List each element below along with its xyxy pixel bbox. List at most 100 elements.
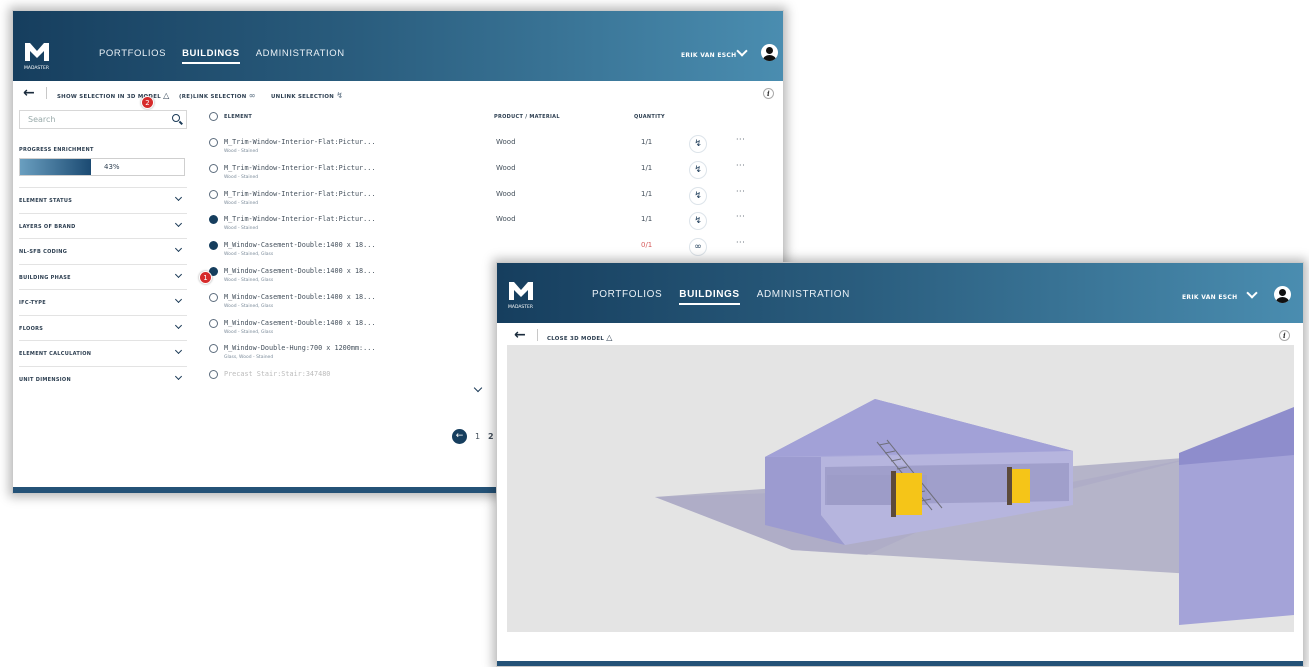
filter-row[interactable]: BUILDING PHASE — [19, 263, 187, 289]
selected-window-1 — [896, 473, 922, 515]
filter-row[interactable]: LAYERS OF BRAND — [19, 212, 187, 238]
row-menu-icon[interactable]: ··· — [736, 238, 745, 247]
row-select-radio[interactable] — [209, 241, 218, 251]
nav-buildings[interactable]: BUILDINGS — [182, 48, 240, 64]
building-3d-render — [655, 399, 1294, 625]
column-material: PRODUCT / MATERIAL — [494, 114, 560, 120]
filter-label: UNIT DIMENSION — [19, 376, 71, 383]
toolbar-divider — [537, 329, 538, 341]
logo-text: MADASTER — [508, 304, 533, 310]
progress-fill — [20, 159, 91, 175]
unlink-icon[interactable]: ↯ — [689, 160, 707, 179]
row-quantity: 1/1 — [641, 189, 653, 198]
search-box[interactable]: Search — [19, 110, 187, 129]
search-icon[interactable] — [172, 114, 180, 122]
row-select-radio[interactable] — [209, 138, 218, 147]
chevron-down-icon[interactable] — [1246, 287, 1258, 299]
page-1[interactable]: 1 — [475, 432, 480, 441]
chevron-down-icon[interactable] — [174, 244, 183, 253]
row-menu-icon[interactable]: ··· — [736, 187, 745, 196]
filter-row[interactable]: NL-SFB CODING — [19, 238, 187, 263]
filter-row[interactable]: FLOORS — [19, 314, 187, 340]
select-all-radio[interactable] — [209, 112, 218, 121]
relink-button[interactable]: (RE)LINK SELECTION ∞ — [179, 91, 256, 100]
chevron-down-icon[interactable] — [174, 219, 183, 227]
chevron-down-icon[interactable] — [174, 346, 183, 355]
row-select-radio[interactable] — [209, 370, 218, 380]
filter-label: NL-SFB CODING — [19, 249, 68, 255]
element-name[interactable]: M_Window-Double-Hung:700 x 1200mm:... — [224, 344, 375, 352]
back-arrow-icon[interactable]: ← — [514, 328, 526, 342]
chevron-down-icon[interactable] — [174, 295, 183, 304]
nav-buildings[interactable]: BUILDINGS — [679, 289, 740, 305]
user-name[interactable]: ERIK VAN ESCH — [681, 52, 736, 59]
model-3d-viewport[interactable] — [507, 345, 1294, 632]
filter-label: IFC-TYPE — [19, 300, 46, 306]
element-name[interactable]: M_Window-Casement-Double:1400 x 18... — [224, 241, 375, 249]
row-select-radio[interactable] — [209, 163, 218, 173]
filter-row[interactable]: UNIT DIMENSION — [19, 365, 187, 391]
row-select-radio[interactable] — [209, 215, 218, 225]
row-menu-icon[interactable]: ··· — [736, 212, 745, 221]
page-2[interactable]: 2 — [488, 432, 494, 441]
avatar[interactable] — [761, 44, 778, 61]
row-quantity: 1/1 — [641, 163, 653, 172]
chevron-down-icon[interactable] — [736, 45, 748, 57]
row-select-radio[interactable] — [209, 344, 218, 354]
unlink-button[interactable]: UNLINK SELECTION ↯ — [271, 91, 343, 100]
footer-bar — [497, 661, 1303, 666]
element-materials: Glass, Wood - Stained — [224, 355, 274, 361]
filter-row[interactable]: ELEMENT STATUS — [19, 187, 187, 212]
element-name[interactable]: M_Window-Casement-Double:1400 x 18... — [224, 319, 375, 327]
chevron-down-icon[interactable] — [174, 270, 183, 278]
madaster-logo[interactable]: MADASTER — [507, 280, 535, 310]
element-materials: Wood - Stained, Glass — [224, 329, 274, 335]
element-materials: Wood - Stained, Glass — [224, 252, 274, 258]
expand-chevron-icon[interactable] — [473, 383, 483, 393]
row-quantity: 1/1 — [641, 215, 653, 224]
chevron-down-icon[interactable] — [174, 372, 183, 380]
nav-administration[interactable]: ADMINISTRATION — [256, 48, 345, 64]
previous-page-button[interactable]: ← — [452, 429, 467, 444]
filter-row[interactable]: ELEMENT CALCULATION — [19, 340, 187, 365]
selected-window-2 — [1012, 469, 1030, 503]
element-name[interactable]: M_Trim-Window-Interior-Flat:Pictur... — [224, 190, 375, 198]
unlink-icon[interactable]: ↯ — [689, 212, 707, 231]
filter-row[interactable]: IFC-TYPE — [19, 289, 187, 314]
info-icon[interactable]: i — [763, 88, 774, 99]
element-name[interactable]: M_Trim-Window-Interior-Flat:Pictur... — [224, 215, 375, 223]
row-select-radio[interactable] — [209, 189, 218, 199]
logo-text: MADASTER — [24, 65, 49, 71]
top-header: MADASTER PORTFOLIOS BUILDINGS ADMINISTRA… — [13, 11, 783, 81]
row-select-radio[interactable] — [209, 292, 218, 302]
row-menu-icon[interactable]: ··· — [736, 161, 745, 170]
element-name[interactable]: M_Window-Casement-Double:1400 x 18... — [224, 267, 375, 275]
user-name[interactable]: ERIK VAN ESCH — [1182, 294, 1237, 301]
chevron-down-icon[interactable] — [174, 193, 183, 202]
row-menu-icon[interactable]: ··· — [736, 135, 745, 144]
element-materials: Wood - Stained — [224, 226, 259, 232]
nav-portfolios[interactable]: PORTFOLIOS — [99, 48, 166, 64]
element-name[interactable]: M_Trim-Window-Interior-Flat:Pictur... — [224, 138, 375, 146]
info-icon[interactable]: i — [1279, 330, 1290, 341]
element-materials: Wood - Stained, Glass — [224, 303, 274, 309]
element-name[interactable]: M_Window-Casement-Double:1400 x 18... — [224, 293, 375, 301]
nav-administration[interactable]: ADMINISTRATION — [757, 289, 850, 305]
element-name[interactable]: M_Trim-Window-Interior-Flat:Pictur... — [224, 164, 375, 172]
unlink-icon[interactable]: ↯ — [689, 135, 707, 153]
toolbar-divider — [46, 87, 47, 99]
link-icon[interactable]: ∞ — [689, 238, 707, 257]
avatar[interactable] — [1274, 286, 1291, 303]
element-materials: Wood - Stained — [224, 200, 259, 206]
filter-label: ELEMENT CALCULATION — [19, 351, 92, 357]
chevron-down-icon[interactable] — [174, 321, 183, 329]
nav-portfolios[interactable]: PORTFOLIOS — [592, 289, 662, 305]
progress-label: PROGRESS ENRICHMENT — [19, 147, 94, 153]
close-3d-button[interactable]: CLOSE 3D MODEL △ — [547, 333, 613, 342]
madaster-logo[interactable]: MADASTER — [23, 41, 51, 71]
row-select-radio[interactable] — [209, 318, 218, 328]
roof-face — [765, 399, 1073, 457]
back-arrow-icon[interactable]: ← — [23, 86, 35, 100]
unlink-icon[interactable]: ↯ — [689, 186, 707, 205]
element-name[interactable]: Precast Stair:Stair:347480 — [224, 370, 330, 378]
